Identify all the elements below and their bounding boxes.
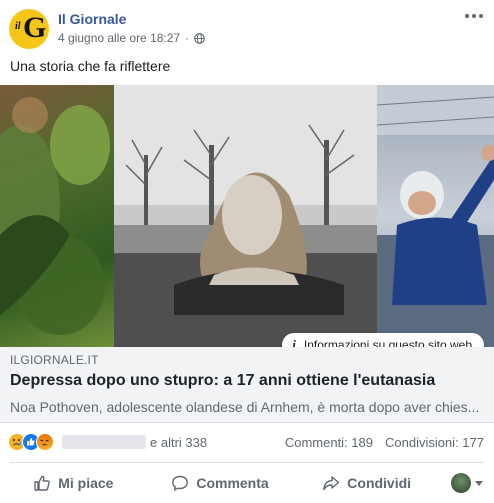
logo-il-text: il [15, 21, 21, 32]
thumbs-up-icon [34, 475, 51, 491]
image-panel-plants [0, 85, 114, 347]
share-label: Condividi [347, 475, 412, 491]
user-avatar [451, 473, 472, 493]
action-bar: Mi piace Commenta Condividi [0, 463, 494, 503]
link-title[interactable]: Depressa dopo uno stupro: a 17 anni otti… [10, 372, 435, 390]
link-preview[interactable]: ILGIORNALE.IT Depressa dopo uno stupro: … [0, 347, 494, 423]
like-button[interactable]: Mi piace [0, 463, 147, 503]
image-panel-girl-portrait [114, 85, 377, 347]
facebook-post: il G Il Giornale 4 giugno alle ore 18:27… [0, 0, 494, 503]
share-button[interactable]: Condividi [293, 463, 440, 503]
page-avatar[interactable]: il G [9, 9, 49, 49]
reactions-summary[interactable]: e altri 338 [8, 433, 207, 451]
post-timestamp[interactable]: 4 giugno alle ore 18:27 [58, 31, 180, 45]
page-name[interactable]: Il Giornale [58, 11, 126, 27]
image-panel-skydiving [377, 85, 494, 347]
comment-icon [172, 475, 189, 491]
share-icon [323, 476, 340, 491]
post-as-selector[interactable] [440, 463, 494, 503]
link-domain: ILGIORNALE.IT [10, 353, 99, 367]
reactions-others-count: e altri 338 [150, 434, 208, 450]
globe-icon[interactable] [194, 32, 205, 44]
comment-label: Commenta [196, 475, 269, 491]
post-text: Una storia che fa riflettere [10, 58, 171, 74]
post-image[interactable] [0, 85, 494, 347]
angry-reaction-icon [36, 433, 54, 451]
shares-count[interactable]: Condivisioni: 177 [385, 435, 484, 450]
comment-button[interactable]: Commenta [147, 463, 294, 503]
more-options-icon[interactable] [462, 8, 486, 24]
link-description: Noa Pothoven, adolescente olandese di Ar… [10, 399, 480, 415]
like-label: Mi piace [58, 475, 114, 491]
comments-count[interactable]: Commenti: 189 [285, 435, 373, 450]
reactor-names-blurred [62, 435, 146, 449]
post-meta: 4 giugno alle ore 18:27 · [58, 31, 205, 45]
chevron-down-icon [475, 480, 484, 486]
logo-g-text: G [23, 11, 47, 44]
post-stats: Commenti: 189 Condivisioni: 177 [285, 435, 484, 450]
